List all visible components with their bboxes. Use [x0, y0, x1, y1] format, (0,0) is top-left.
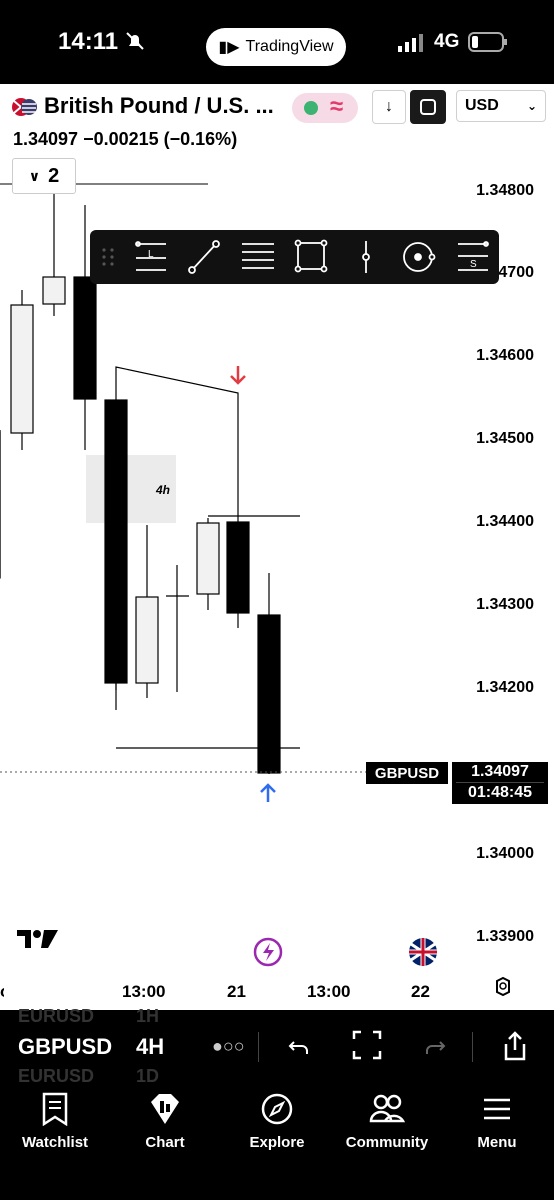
last-price-value: 1.34097 — [471, 763, 529, 780]
fullscreen-icon — [420, 99, 436, 115]
fullscreen-icon[interactable] — [352, 1030, 382, 1060]
symbol-selector[interactable]: GBPUSD — [18, 1034, 112, 1060]
more-icon[interactable]: ●○○ — [212, 1036, 245, 1057]
interval-collapse-button[interactable]: ∨ 2 — [12, 158, 76, 194]
chevron-down-icon: ∨ — [28, 167, 41, 184]
watchlist-icon — [42, 1092, 68, 1126]
circle-tool-icon[interactable] — [403, 242, 436, 272]
divider — [258, 1032, 259, 1062]
app-pill: ▮▶ TradingView — [206, 28, 346, 66]
compass-icon — [261, 1093, 293, 1125]
status-time: 14:11 — [58, 28, 119, 55]
zone-label: 4h — [156, 483, 171, 497]
fullscreen-button[interactable] — [410, 90, 446, 124]
arrow-down-icon: ↓ — [385, 98, 393, 115]
status-dot-icon — [304, 101, 318, 115]
time-axis-label: 22 — [411, 982, 430, 1001]
network-label: 4G — [434, 31, 460, 52]
symbol-title[interactable]: British Pound / U.S. ... — [44, 93, 274, 119]
nav-community-label: Community — [345, 1134, 429, 1151]
time-axis-edge: o — [0, 982, 4, 998]
redo-icon[interactable] — [424, 1038, 446, 1056]
nav-menu-label: Menu — [477, 1134, 517, 1151]
nav-watchlist-label: Watchlist — [21, 1134, 89, 1151]
nav-menu[interactable]: Menu — [442, 1090, 552, 1151]
interval-selector[interactable]: 4H — [136, 1034, 164, 1060]
sell-arrow-icon — [230, 366, 246, 385]
nav-chart-label: Chart — [145, 1134, 185, 1151]
battery-icon — [468, 32, 507, 52]
symbol-price-tag: GBPUSD — [366, 762, 448, 784]
vertical-line-tool-icon[interactable] — [362, 241, 370, 273]
time-axis-label: 21 — [227, 982, 246, 1001]
currency-select[interactable]: USD ⌄ — [456, 90, 546, 122]
time-axis-label: 13:00 — [307, 982, 351, 1001]
undo-icon[interactable] — [288, 1036, 310, 1056]
nav-community[interactable]: Community — [332, 1090, 442, 1151]
long-position-tool-icon[interactable]: L — [135, 241, 166, 271]
price-axis-label: 1.34200 — [476, 679, 534, 696]
wave-icon: ≈ — [330, 93, 344, 120]
drawing-toolbar: L S — [90, 230, 499, 284]
download-button[interactable]: ↓ — [372, 90, 406, 124]
price-axis-label: 1.34400 — [476, 513, 534, 530]
quote-line: 1.34097 −0.00215 (−0.16%) — [13, 129, 238, 149]
trend-line-tool-icon[interactable] — [188, 240, 220, 274]
price-axis-label: 1.33900 — [476, 928, 534, 945]
nav-chart[interactable]: Chart — [110, 1090, 220, 1151]
chart-icon — [151, 1094, 179, 1124]
nav-explore-label: Explore — [249, 1134, 305, 1151]
prev-symbol-ghost: EURUSD — [18, 1006, 95, 1026]
tradingview-logo-icon: ▮▶ — [218, 39, 240, 56]
svg-text:S: S — [470, 259, 477, 270]
price-axis-label: 1.34500 — [476, 430, 534, 447]
signal-icon — [398, 34, 423, 52]
community-icon — [369, 1094, 405, 1123]
share-icon[interactable] — [500, 1030, 530, 1062]
app-pill-label: TradingView — [245, 38, 334, 55]
silent-bell-icon — [126, 32, 144, 50]
nav-watchlist[interactable]: Watchlist — [0, 1090, 110, 1151]
svg-text:L: L — [148, 249, 154, 260]
last-price-tag: 1.34097 01:48:45 — [452, 762, 548, 804]
drawing-toolbar-icons: L S — [102, 239, 489, 274]
uk-flag-event-icon[interactable] — [409, 938, 437, 966]
lightning-event-icon[interactable] — [253, 937, 283, 967]
symbol-bar: EURUSD 1H GBPUSD 4H EURUSD 1D ●○○ — [0, 1006, 554, 1086]
countdown-value: 01:48:45 — [456, 782, 544, 803]
menu-icon — [484, 1098, 510, 1120]
flag-pair-icon — [12, 98, 37, 116]
settings-hex-icon[interactable] — [496, 976, 510, 997]
prev-interval-ghost: 1H — [136, 1006, 160, 1026]
market-status-toggle[interactable]: ≈ — [292, 93, 358, 123]
price-axis-label: 1.34300 — [476, 596, 534, 613]
price-axis-label: 1.34800 — [476, 182, 534, 199]
tradingview-watermark-icon — [17, 930, 58, 948]
divider — [472, 1032, 473, 1062]
price-axis-label: 1.34000 — [476, 845, 534, 862]
price-axis-label: 1.34600 — [476, 347, 534, 364]
chevron-down-icon: ⌄ — [526, 99, 537, 113]
interval-count: 2 — [48, 164, 60, 187]
rectangle-tool-icon[interactable] — [294, 239, 328, 273]
status-bar: 14:11 ▮▶ TradingView 4G — [0, 0, 554, 84]
currency-value: USD — [465, 97, 499, 114]
fib-tool-icon[interactable] — [242, 243, 274, 269]
time-axis-label: 13:00 — [122, 982, 166, 1001]
short-position-tool-icon[interactable]: S — [458, 241, 489, 271]
nav-explore[interactable]: Explore — [222, 1090, 332, 1151]
buy-arrow-icon — [260, 783, 276, 802]
